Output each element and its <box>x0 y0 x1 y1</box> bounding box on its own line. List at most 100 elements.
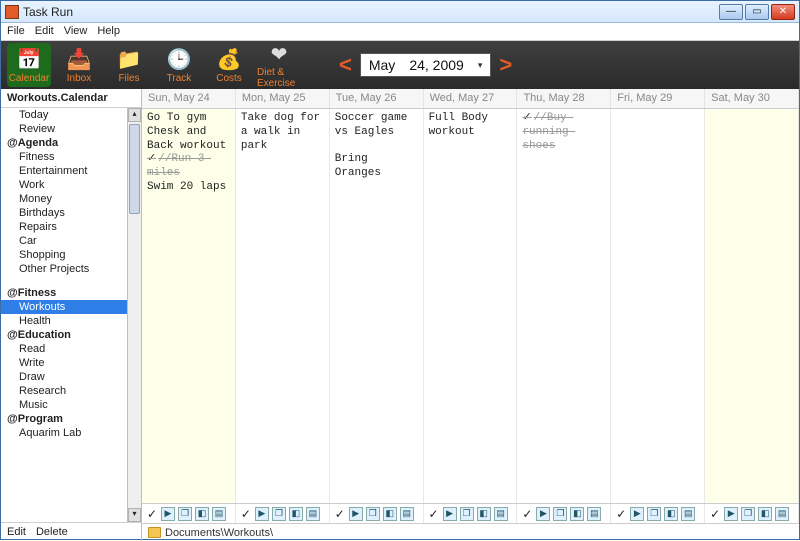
sidebar-item[interactable]: Read <box>1 342 127 356</box>
sidebar-item[interactable]: Car <box>1 234 127 248</box>
next-week-button[interactable]: > <box>499 52 512 78</box>
day-header[interactable]: Tue, May 26 <box>330 89 424 108</box>
calendar-entry[interactable]: ✓//Buy running shoes <box>522 112 605 153</box>
day-column[interactable] <box>611 109 705 503</box>
sidebar-item[interactable]: Entertainment <box>1 164 127 178</box>
sidebar-item[interactable]: Aquarim Lab <box>1 426 127 440</box>
day-action-4[interactable]: ▤ <box>494 507 508 521</box>
day-action-4[interactable]: ▤ <box>587 507 601 521</box>
sidebar-edit-button[interactable]: Edit <box>7 526 26 538</box>
sidebar-item[interactable]: Work <box>1 178 127 192</box>
date-dropdown-icon[interactable]: ▾ <box>478 60 483 71</box>
calendar-entry[interactable] <box>335 140 418 154</box>
day-action-1[interactable]: ▶ <box>349 507 363 521</box>
sidebar-item[interactable]: Fitness <box>1 150 127 164</box>
sidebar-item[interactable]: Other Projects <box>1 262 127 276</box>
scroll-up-button[interactable]: ▴ <box>128 108 141 122</box>
sidebar-item[interactable]: Money <box>1 192 127 206</box>
day-action-1[interactable]: ▶ <box>443 507 457 521</box>
day-header[interactable]: Mon, May 25 <box>236 89 330 108</box>
scroll-track[interactable] <box>128 122 141 508</box>
day-column[interactable]: Soccer game vs Eagles Bring Oranges <box>330 109 424 503</box>
scroll-thumb[interactable] <box>129 124 140 214</box>
day-action-3[interactable]: ◧ <box>758 507 772 521</box>
day-action-3[interactable]: ◧ <box>195 507 209 521</box>
day-action-2[interactable]: ❐ <box>178 507 192 521</box>
day-column[interactable]: ✓//Buy running shoes <box>517 109 611 503</box>
toolbar-costs-button[interactable]: 💰Costs <box>207 43 251 87</box>
day-action-1[interactable]: ▶ <box>536 507 550 521</box>
day-action-2[interactable]: ❐ <box>460 507 474 521</box>
menu-view[interactable]: View <box>64 25 88 38</box>
day-header[interactable]: Sat, May 30 <box>705 89 799 108</box>
day-action-2[interactable]: ❐ <box>647 507 661 521</box>
day-check-icon[interactable]: ✓ <box>521 507 533 521</box>
menu-file[interactable]: File <box>7 25 25 38</box>
minimize-button[interactable]: — <box>719 4 743 20</box>
day-action-4[interactable]: ▤ <box>775 507 789 521</box>
sidebar-item[interactable]: Workouts <box>1 300 127 314</box>
day-action-3[interactable]: ◧ <box>383 507 397 521</box>
day-column[interactable] <box>705 109 799 503</box>
sidebar-scrollbar[interactable]: ▴ ▾ <box>127 108 141 522</box>
day-header[interactable]: Wed, May 27 <box>424 89 518 108</box>
sidebar-item[interactable]: Health <box>1 314 127 328</box>
sidebar-item[interactable]: Music <box>1 398 127 412</box>
day-action-4[interactable]: ▤ <box>306 507 320 521</box>
day-check-icon[interactable]: ✓ <box>146 507 158 521</box>
day-action-3[interactable]: ◧ <box>289 507 303 521</box>
calendar-entry[interactable]: ✓//Run 3 miles <box>147 153 230 181</box>
sidebar-item[interactable]: Review <box>1 122 127 136</box>
day-action-2[interactable]: ❐ <box>272 507 286 521</box>
day-check-icon[interactable]: ✓ <box>615 507 627 521</box>
day-check-icon[interactable]: ✓ <box>709 507 721 521</box>
day-action-4[interactable]: ▤ <box>681 507 695 521</box>
day-action-4[interactable]: ▤ <box>400 507 414 521</box>
calendar-entry[interactable]: Take dog for a walk in park <box>241 112 324 153</box>
day-header[interactable]: Fri, May 29 <box>611 89 705 108</box>
sidebar-item[interactable]: Today <box>1 108 127 122</box>
sidebar-item[interactable]: Research <box>1 384 127 398</box>
menu-edit[interactable]: Edit <box>35 25 54 38</box>
sidebar-category[interactable]: @Agenda <box>1 136 127 150</box>
sidebar-category[interactable]: @Fitness <box>1 286 127 300</box>
sidebar-category[interactable]: @Education <box>1 328 127 342</box>
calendar-entry[interactable]: Swim 20 laps <box>147 181 230 195</box>
sidebar-item[interactable]: Shopping <box>1 248 127 262</box>
day-action-3[interactable]: ◧ <box>477 507 491 521</box>
day-action-1[interactable]: ▶ <box>724 507 738 521</box>
day-header[interactable]: Thu, May 28 <box>517 89 611 108</box>
sidebar-item[interactable]: Repairs <box>1 220 127 234</box>
day-action-2[interactable]: ❐ <box>741 507 755 521</box>
menu-help[interactable]: Help <box>97 25 120 38</box>
prev-week-button[interactable]: < <box>339 52 352 78</box>
sidebar-item[interactable]: Write <box>1 356 127 370</box>
day-action-2[interactable]: ❐ <box>553 507 567 521</box>
day-column[interactable]: Go To gymChesk and Back workout✓//Run 3 … <box>142 109 236 503</box>
calendar-entry[interactable]: Bring Oranges <box>335 153 418 181</box>
toolbar-diet-button[interactable]: ❤Diet & Exercise <box>257 43 301 87</box>
day-check-icon[interactable]: ✓ <box>240 507 252 521</box>
toolbar-inbox-button[interactable]: 📥Inbox <box>57 43 101 87</box>
sidebar-delete-button[interactable]: Delete <box>36 526 68 538</box>
day-column[interactable]: Full Body workout <box>424 109 518 503</box>
close-button[interactable]: ✕ <box>771 4 795 20</box>
sidebar-category[interactable]: @Program <box>1 412 127 426</box>
sidebar-item[interactable]: Birthdays <box>1 206 127 220</box>
day-action-4[interactable]: ▤ <box>212 507 226 521</box>
day-check-icon[interactable]: ✓ <box>334 507 346 521</box>
calendar-entry[interactable]: Full Body workout <box>429 112 512 140</box>
day-action-3[interactable]: ◧ <box>570 507 584 521</box>
day-action-1[interactable]: ▶ <box>255 507 269 521</box>
calendar-entry[interactable]: Soccer game vs Eagles <box>335 112 418 140</box>
toolbar-calendar-button[interactable]: 📅Calendar <box>7 43 51 87</box>
calendar-entry[interactable]: Go To gym <box>147 112 230 126</box>
day-check-icon[interactable]: ✓ <box>428 507 440 521</box>
calendar-entry[interactable]: Chesk and Back workout <box>147 126 230 154</box>
date-field[interactable]: May 24, 2009 ▾ <box>360 53 491 77</box>
day-action-3[interactable]: ◧ <box>664 507 678 521</box>
toolbar-track-button[interactable]: 🕒Track <box>157 43 201 87</box>
maximize-button[interactable]: ▭ <box>745 4 769 20</box>
toolbar-files-button[interactable]: 📁Files <box>107 43 151 87</box>
day-column[interactable]: Take dog for a walk in park <box>236 109 330 503</box>
